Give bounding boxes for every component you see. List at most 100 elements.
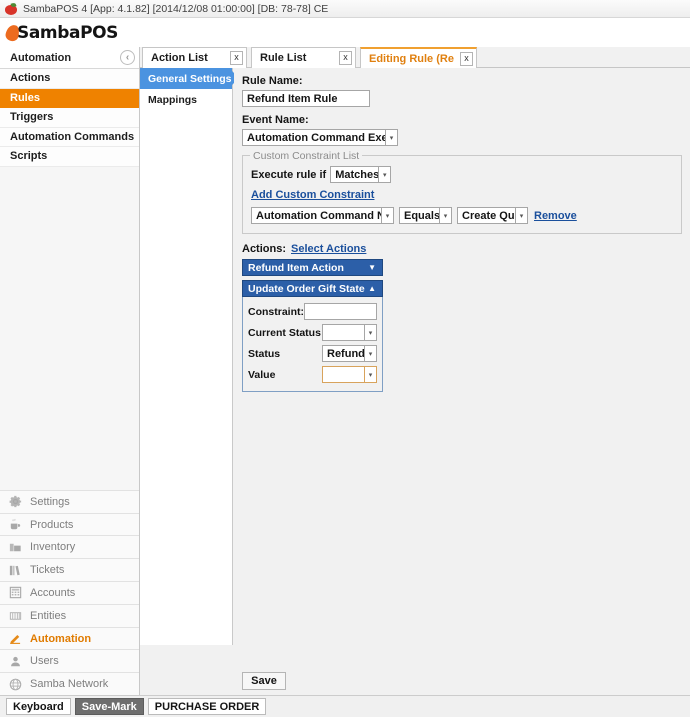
module-item-automation[interactable]: Automation	[0, 626, 139, 650]
action-panel-update-order-gift-state: Constraint: Current Status ▾ Status Refu…	[242, 297, 383, 392]
module-item-label: Settings	[30, 495, 70, 508]
event-name-value: Automation Command Executed	[242, 129, 385, 146]
actions-label: Actions:	[242, 243, 286, 255]
chevron-down-icon[interactable]: ▾	[378, 166, 392, 183]
close-icon[interactable]: x	[339, 51, 352, 65]
sidebar-item-actions[interactable]: Actions	[0, 69, 139, 89]
left-nav-header-title: Automation	[10, 51, 72, 64]
sidebar-item-label: Scripts	[10, 150, 48, 163]
action-bar-refund-item-action[interactable]: Refund Item Action ▼	[242, 259, 383, 276]
tab-label: Action List	[151, 52, 208, 64]
grid-icon	[8, 608, 23, 623]
box-icon	[8, 540, 23, 555]
main-content-area: Action List x Rule List x Editing Rule (…	[140, 47, 690, 695]
custom-constraint-group-title: Custom Constraint List	[250, 150, 363, 162]
module-item-inventory[interactable]: Inventory	[0, 535, 139, 559]
sidebar-item-automation-commands[interactable]: Automation Commands	[0, 127, 139, 147]
execute-rule-select[interactable]: Matches ▾	[330, 166, 392, 183]
module-item-settings[interactable]: Settings	[0, 489, 139, 513]
module-item-products[interactable]: Products	[0, 512, 139, 536]
sidebar-item-scripts[interactable]: Scripts	[0, 147, 139, 167]
action-field-value: Value ▾	[248, 364, 377, 385]
workspace: Automation ‹ Actions Rules Triggers Auto…	[0, 47, 690, 695]
constraint-operator-select[interactable]: Equals ▾	[399, 207, 452, 224]
left-navigation-panel: Automation ‹ Actions Rules Triggers Auto…	[0, 47, 140, 695]
action-bar-update-order-gift-state[interactable]: Update Order Gift State ▲	[242, 280, 383, 297]
status-bar: Keyboard Save-Mark PURCHASE ORDER	[0, 695, 690, 717]
constraint-operator-value: Equals	[399, 207, 439, 224]
constraint-value-select[interactable]: Create Quote ▾	[457, 207, 528, 224]
sidebar-item-triggers[interactable]: Triggers	[0, 108, 139, 128]
close-icon[interactable]: x	[460, 51, 473, 66]
action-field-label: Current Status	[248, 326, 321, 339]
chevron-left-circle-icon[interactable]: ‹	[120, 50, 135, 65]
module-item-tickets[interactable]: Tickets	[0, 558, 139, 582]
gear-icon	[8, 494, 23, 509]
execute-rule-row: Execute rule if Matches ▾	[251, 166, 673, 183]
constraint-value-value: Create Quote	[457, 207, 515, 224]
add-custom-constraint-link[interactable]: Add Custom Constraint	[251, 189, 374, 201]
apple-icon	[5, 1, 17, 15]
module-item-label: Automation	[30, 632, 92, 645]
remove-constraint-link[interactable]: Remove	[534, 210, 577, 222]
module-item-label: Tickets	[30, 564, 65, 577]
inner-nav-item-general-settings[interactable]: General Settings	[140, 68, 239, 89]
window-title-text: SambaPOS 4 [App: 4.1.82] [2014/12/08 01:…	[23, 2, 329, 15]
inner-nav-item-mappings[interactable]: Mappings	[140, 89, 232, 110]
chevron-down-icon[interactable]: ▾	[381, 207, 394, 224]
execute-rule-value: Matches	[330, 166, 379, 183]
status-select[interactable]: Refund ▾	[322, 345, 377, 362]
sidebar-item-label: Rules	[10, 91, 40, 104]
save-mark-button[interactable]: Save-Mark	[74, 698, 144, 715]
module-item-label: Users	[30, 655, 59, 668]
constraint-field-select[interactable]: Automation Command Name ▾	[251, 207, 394, 224]
pencil-icon	[8, 631, 23, 646]
tab-rule-list[interactable]: Rule List x	[251, 47, 356, 68]
save-button[interactable]: Save	[242, 672, 286, 690]
execute-rule-label: Execute rule if	[251, 168, 327, 181]
module-item-label: Products	[30, 518, 74, 531]
tab-action-list[interactable]: Action List x	[142, 47, 247, 68]
sidebar-item-rules[interactable]: Rules	[0, 88, 139, 108]
calculator-icon	[8, 585, 23, 600]
current-status-select[interactable]: ▾	[322, 324, 377, 341]
select-actions-link[interactable]: Select Actions	[291, 243, 366, 255]
rule-name-value: Refund Item Rule	[247, 92, 338, 105]
action-field-label: Constraint:	[248, 305, 304, 318]
value-select[interactable]: ▾	[322, 366, 377, 383]
chevron-down-icon[interactable]: ▾	[364, 345, 377, 362]
person-icon	[8, 654, 23, 669]
window-title-bar: SambaPOS 4 [App: 4.1.82] [2014/12/08 01:…	[0, 0, 690, 18]
keyboard-button[interactable]: Keyboard	[6, 698, 71, 715]
chevron-down-icon[interactable]: ▾	[439, 207, 452, 224]
chevron-down-icon[interactable]: ▾	[385, 129, 398, 146]
close-icon[interactable]: x	[230, 51, 243, 65]
action-field-label: Value	[248, 368, 276, 381]
constraint-row: Automation Command Name ▾ Equals ▾ Creat…	[251, 207, 673, 224]
cup-icon	[8, 517, 23, 532]
module-item-accounts[interactable]: Accounts	[0, 581, 139, 604]
tab-editing-rule[interactable]: Editing Rule (Refund x	[360, 47, 477, 68]
module-item-entities[interactable]: Entities	[0, 603, 139, 627]
tab-strip: Action List x Rule List x Editing Rule (…	[140, 47, 690, 68]
constraint-input[interactable]	[304, 303, 377, 320]
purchase-order-button[interactable]: PURCHASE ORDER	[147, 698, 267, 715]
brand-bar: SambaPOS	[0, 18, 690, 47]
module-item-users[interactable]: Users	[0, 649, 139, 673]
status-value: Refund	[322, 345, 364, 362]
module-list: Settings Products Inventory Tickets Acco…	[0, 489, 139, 695]
current-status-value	[322, 324, 364, 341]
chevron-down-icon[interactable]: ▾	[364, 366, 377, 383]
chevron-down-icon[interactable]: ▼	[368, 263, 376, 272]
actions-header-row: Actions: Select Actions	[242, 243, 690, 255]
constraint-field-value: Automation Command Name	[251, 207, 381, 224]
chevron-down-icon[interactable]: ▾	[515, 207, 528, 224]
chevron-up-icon[interactable]: ▲	[368, 284, 376, 293]
event-name-select[interactable]: Automation Command Executed ▾	[242, 129, 398, 146]
tab-label: Editing Rule (Refund	[369, 52, 454, 65]
rule-name-input[interactable]: Refund Item Rule	[242, 90, 370, 107]
module-item-samba-network[interactable]: Samba Network	[0, 672, 139, 695]
tab-label: Rule List	[260, 52, 307, 64]
chevron-down-icon[interactable]: ▾	[364, 324, 377, 341]
inner-nav-item-label: Mappings	[148, 93, 197, 106]
